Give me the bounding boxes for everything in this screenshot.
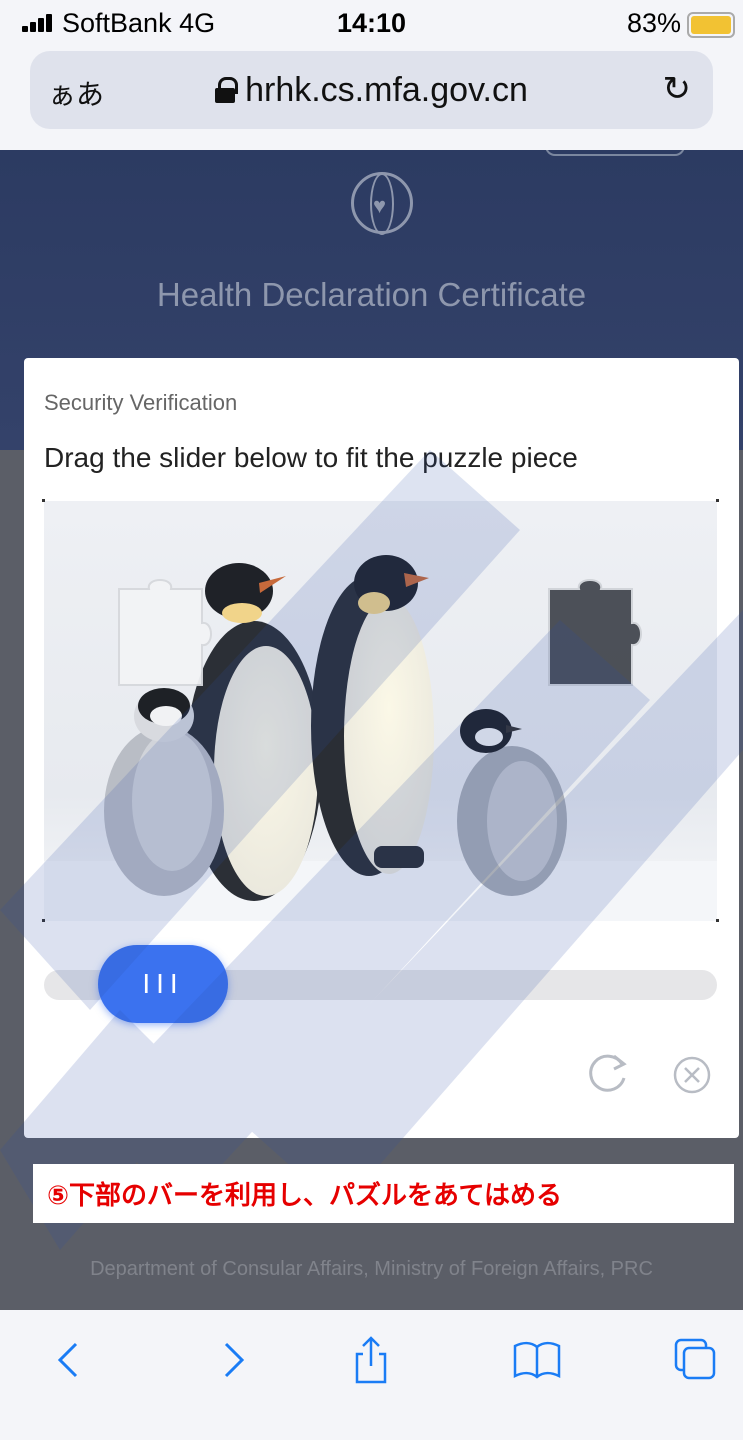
frame-corner — [42, 499, 45, 502]
caption-text: ⑤下部のバーを利用し、パズルをあてはめる — [47, 1180, 562, 1210]
frame-corner — [716, 919, 719, 922]
puzzle-piece[interactable] — [114, 571, 214, 691]
status-bar: SoftBank 4G 14:10 83% — [0, 0, 743, 48]
reload-icon[interactable]: ↻ — [663, 69, 692, 109]
browser-toolbar — [0, 1310, 743, 1440]
site-title: Health Declaration Certificate — [156, 276, 587, 313]
slider-handle[interactable]: III — [98, 945, 228, 1023]
browser-address-area: ぁあ hrhk.cs.mfa.gov.cn ↻ — [0, 48, 743, 150]
site-footer: Department of Consular Affairs, Ministry… — [90, 1258, 653, 1280]
frame-corner — [716, 499, 719, 502]
share-icon[interactable] — [345, 1334, 397, 1386]
tabs-icon[interactable] — [670, 1334, 722, 1386]
url-field[interactable]: hrhk.cs.mfa.gov.cn — [30, 71, 713, 110]
url-text: hrhk.cs.mfa.gov.cn — [245, 71, 528, 109]
address-bar[interactable]: ぁあ hrhk.cs.mfa.gov.cn ↻ — [30, 51, 713, 129]
dialog-subtitle: Security Verification — [44, 390, 238, 415]
frame-corner — [42, 919, 45, 922]
puzzle-target-slot — [548, 579, 642, 686]
lock-icon — [215, 77, 239, 103]
security-verification-dialog: Security Verification Drag the slider be… — [24, 358, 739, 1138]
instruction-caption: ⑤下部のバーを利用し、パズルをあてはめる — [33, 1164, 734, 1223]
battery-percent: 83% — [626, 8, 681, 38]
close-circle-icon[interactable] — [672, 1055, 712, 1095]
globe-heart-icon: ♥ — [351, 172, 413, 235]
penguins-illustration — [44, 501, 717, 921]
dialog-instruction: Drag the slider below to fit the puzzle … — [44, 442, 578, 473]
language-toggle — [545, 150, 685, 156]
refresh-icon[interactable] — [584, 1050, 630, 1096]
bookmarks-icon[interactable] — [511, 1334, 563, 1386]
back-icon[interactable] — [44, 1334, 96, 1386]
forward-icon[interactable] — [206, 1334, 258, 1386]
puzzle-image — [44, 501, 717, 921]
battery-icon — [687, 12, 735, 38]
